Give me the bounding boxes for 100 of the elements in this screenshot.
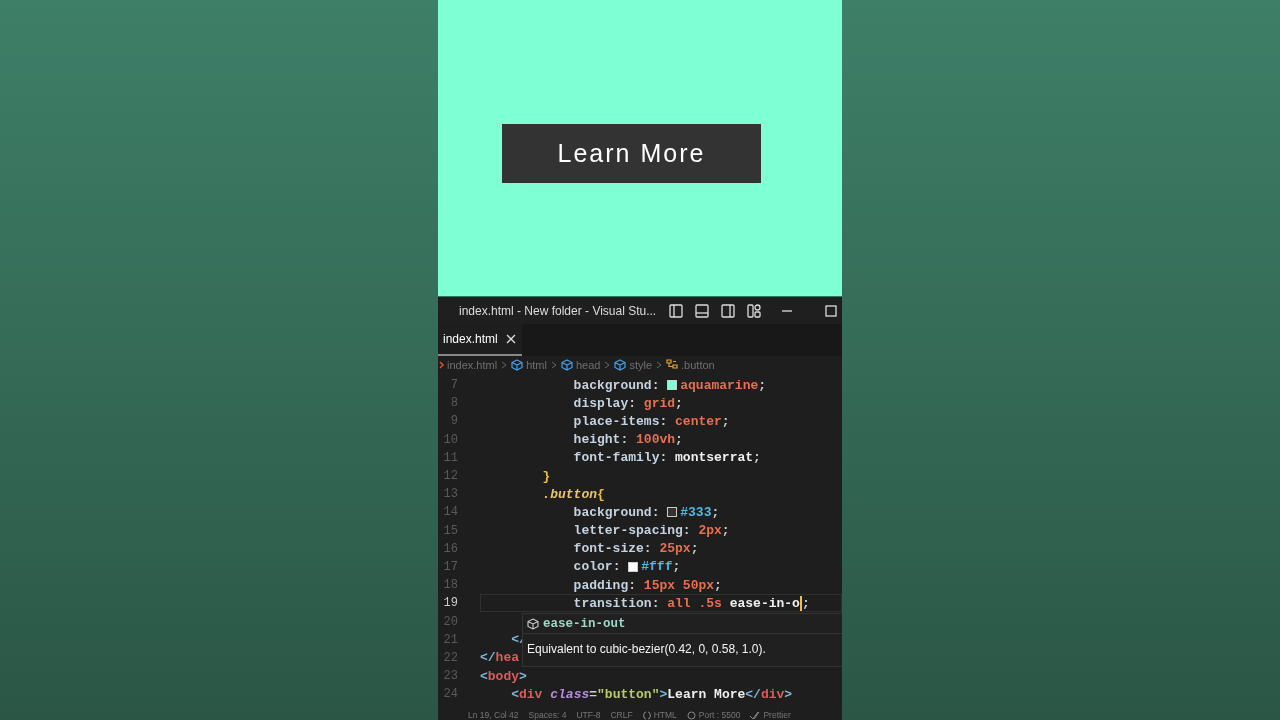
line-number: 8 <box>449 396 458 411</box>
status-item[interactable]: Prettier <box>750 710 791 720</box>
code-token: ; <box>753 450 761 466</box>
code-token: ; <box>758 377 767 393</box>
line-number: 11 <box>442 450 458 465</box>
code-token: background <box>572 377 652 393</box>
line-number: 20 <box>442 614 458 629</box>
code-token: #fff <box>641 559 673 575</box>
code-token: </ <box>480 650 496 666</box>
line-number: 24 <box>442 687 458 702</box>
line-number: 17 <box>442 559 458 574</box>
code-token: < <box>480 668 488 684</box>
code-token: 2px <box>698 523 722 539</box>
code-token: display <box>572 395 629 411</box>
code-token: #333 <box>680 504 712 520</box>
braces-icon <box>642 710 651 720</box>
close-icon <box>505 334 516 344</box>
breadcrumb-item[interactable]: .button <box>666 359 715 371</box>
code-token: ; <box>711 504 720 520</box>
cube-icon <box>527 617 539 630</box>
breadcrumb-item[interactable]: style <box>614 359 653 371</box>
line-number: 14 <box>442 505 458 520</box>
code-token: < <box>510 686 519 702</box>
code-token: padding <box>572 577 629 593</box>
code-token: : <box>651 504 661 520</box>
code-token: background <box>572 504 652 520</box>
code-token: { <box>597 486 605 502</box>
chevron-icon <box>550 361 557 369</box>
editor-tab[interactable]: index.html <box>438 324 522 356</box>
code-token: ; <box>672 559 681 575</box>
code-token: montserrat <box>675 450 754 466</box>
color-swatch[interactable] <box>628 561 639 572</box>
line-number: 7 <box>449 378 458 393</box>
line-number: 13 <box>442 487 458 502</box>
status-item[interactable]: Spaces: 4 <box>528 710 567 720</box>
code-token: font-size <box>572 541 644 557</box>
code-token: </ <box>745 686 761 702</box>
learn-more-button[interactable]: Learn More <box>502 124 761 183</box>
status-item[interactable]: UTF-8 <box>576 710 601 720</box>
cube-icon <box>560 359 573 371</box>
code-token: 100vh <box>636 432 676 448</box>
maximize-icon[interactable] <box>823 302 839 319</box>
line-number: 21 <box>442 632 458 647</box>
code-token: 15px 50px <box>643 577 715 593</box>
breadcrumb-item[interactable]: html <box>511 359 547 371</box>
code-token: : <box>628 395 638 411</box>
line-number: 10 <box>442 432 458 447</box>
code-token: ; <box>721 523 730 539</box>
line-number: 19 <box>442 596 458 611</box>
line-number: 12 <box>442 469 458 484</box>
code-token: div <box>519 686 544 702</box>
status-item[interactable]: Ln 19, Col 42 <box>468 710 519 720</box>
chevron-icon <box>439 361 444 369</box>
code-token: height <box>572 432 621 448</box>
structure-icon <box>666 359 679 371</box>
chevron-icon <box>501 361 508 369</box>
split-toggle-icon[interactable] <box>719 301 737 320</box>
code-token: > <box>519 668 527 684</box>
status-item[interactable]: Port : 5500 <box>686 710 741 720</box>
broadcast-icon <box>686 710 696 720</box>
status-item[interactable]: HTML <box>642 710 677 720</box>
line-number: 16 <box>442 541 458 556</box>
code-token: body <box>487 668 520 684</box>
code-token: : <box>651 377 661 393</box>
code-token: : <box>628 577 638 593</box>
code-token: grid <box>643 395 676 411</box>
code-token: .button <box>541 486 598 502</box>
code-token: Learn More <box>667 686 746 702</box>
code-token: ease-in-o <box>729 595 800 611</box>
color-swatch[interactable] <box>667 380 678 391</box>
code-token: > <box>784 686 793 702</box>
window-title: index.html - New folder - Visual Stu... <box>459 303 658 318</box>
code-token: "button" <box>597 686 660 702</box>
layout-icon[interactable] <box>745 301 763 320</box>
code-token: ; <box>675 395 683 411</box>
line-number: 15 <box>442 523 458 538</box>
sidebar-toggle-icon[interactable] <box>667 301 685 320</box>
breadcrumb-item[interactable]: head <box>560 359 601 371</box>
status-item[interactable]: CRLF <box>610 710 633 720</box>
panel-toggle-icon[interactable] <box>693 301 711 320</box>
code-token: all .5s <box>667 595 723 611</box>
code-token: > <box>659 686 668 702</box>
code-token: ; <box>801 595 810 611</box>
code-token: } <box>541 468 551 484</box>
breadcrumb-item[interactable]: index.html <box>439 359 498 371</box>
code-token: center <box>675 413 722 429</box>
code-token: ; <box>714 577 722 593</box>
color-swatch[interactable] <box>667 507 678 518</box>
code-token: place-items <box>572 413 660 429</box>
suggestion-item[interactable]: ease-in-out <box>523 614 842 633</box>
chevron-icon <box>604 361 611 369</box>
code-token: class <box>550 686 590 702</box>
line-number: 9 <box>449 414 458 429</box>
code-token: : <box>612 559 622 575</box>
code-token: font-family <box>572 450 660 466</box>
code-token: aquamarine <box>680 377 759 393</box>
code-token: : <box>682 523 692 539</box>
chevron-icon <box>656 361 663 369</box>
code-token: color <box>572 559 613 575</box>
code-token: : <box>659 450 669 466</box>
